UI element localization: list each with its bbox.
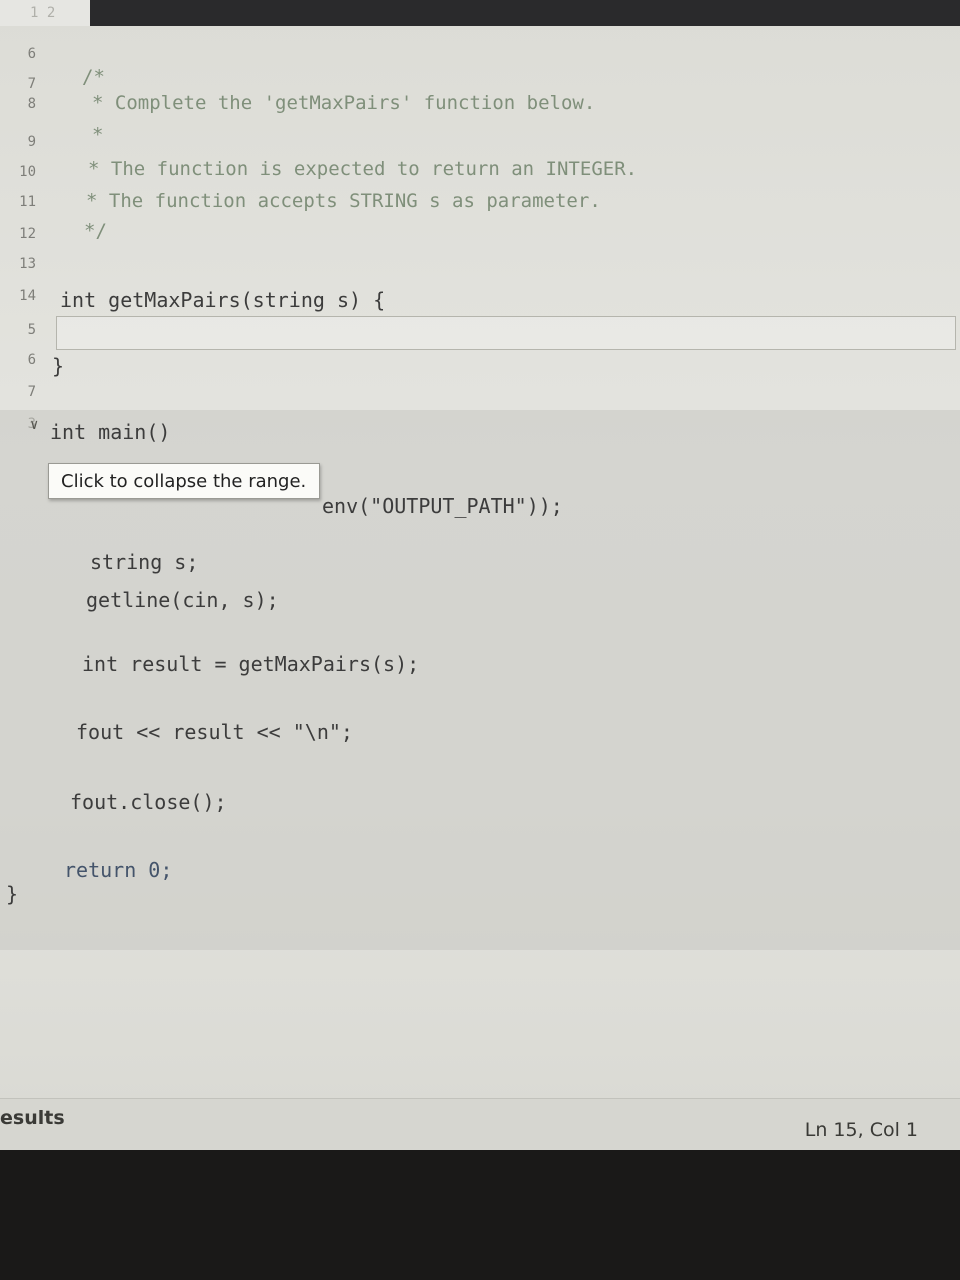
code-line: int result = getMaxPairs(s);: [82, 652, 420, 676]
code-line: * The function accepts STRING s as param…: [86, 190, 601, 212]
chevron-down-icon[interactable]: ∨: [30, 418, 44, 432]
code-line: int getMaxPairs(string s) {: [60, 288, 386, 312]
code-line: * Complete the 'getMaxPairs' function be…: [92, 92, 596, 114]
line-number: 6: [27, 352, 36, 368]
line-number: 11: [19, 194, 36, 210]
collapse-range-tooltip: Click to collapse the range.: [48, 463, 320, 499]
monitor-bezel: [0, 1150, 960, 1280]
line-number: 7: [27, 384, 36, 400]
code-line: int main(): [50, 420, 171, 444]
line-number: 8: [27, 96, 36, 112]
code-line: *: [92, 124, 104, 146]
code-line: }: [6, 882, 19, 906]
code-line: string s;: [90, 550, 199, 574]
line-number: 6: [27, 46, 36, 62]
code-line: * The function is expected to return an …: [88, 158, 638, 180]
line-number: 9: [27, 134, 36, 150]
code-line: return 0;: [64, 858, 173, 882]
line-number: 7: [27, 76, 36, 92]
code-line: /*: [82, 66, 105, 88]
code-line: getline(cin, s);: [86, 588, 279, 612]
line-number: 14: [19, 288, 36, 304]
editor-screen: 1 2 6 7 8 9 10 11 12 13 14 5 6 7 3 ∨ /* …: [0, 0, 960, 1150]
line-number: 5: [27, 322, 36, 338]
current-line-highlight: [56, 316, 956, 350]
code-line: }: [52, 354, 65, 378]
code-line: fout.close();: [70, 790, 227, 814]
cursor-position: Ln 15, Col 1: [804, 1119, 918, 1141]
tab-bar: 1 2: [0, 0, 960, 26]
line-number: 13: [19, 256, 36, 272]
code-line: */: [84, 220, 107, 242]
line-number: 12: [19, 226, 36, 242]
status-bar: esults Ln 15, Col 1: [0, 1098, 960, 1150]
code-line: fout << result << "\n";: [76, 720, 353, 744]
tab-file[interactable]: 1 2: [0, 0, 90, 26]
line-number: 10: [19, 164, 36, 180]
code-line: env("OUTPUT_PATH"));: [322, 494, 563, 518]
results-tab[interactable]: esults: [0, 1107, 65, 1129]
